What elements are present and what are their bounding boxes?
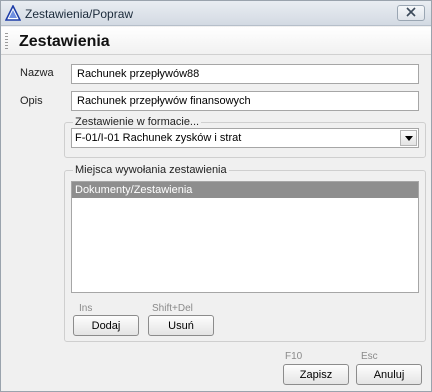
cancel-shortcut-hint: Esc	[361, 351, 378, 362]
title-bar[interactable]: Zestawienia/Popraw	[1, 1, 431, 26]
close-button[interactable]	[397, 5, 425, 21]
name-field[interactable]: Rachunek przepływów88	[71, 64, 419, 84]
description-field[interactable]: Rachunek przepływów finansowych	[71, 91, 419, 111]
chevron-down-icon	[404, 132, 413, 144]
save-shortcut-hint: F10	[285, 351, 303, 362]
dropdown-button[interactable]	[400, 130, 417, 146]
save-button[interactable]: Zapisz	[283, 364, 349, 385]
list-item[interactable]: Dokumenty/Zestawienia	[72, 182, 418, 198]
cancel-button[interactable]: Anuluj	[356, 364, 422, 385]
add-shortcut-hint: Ins	[79, 303, 93, 314]
format-select-value: F-01/I-01 Rachunek zysków i strat	[75, 132, 242, 144]
description-label: Opis	[20, 95, 43, 107]
name-label: Nazwa	[20, 67, 54, 79]
format-select[interactable]: F-01/I-01 Rachunek zysków i strat	[71, 128, 419, 148]
dialog-window: Zestawienia/Popraw Zestawienia Nazwa Rac…	[0, 0, 432, 392]
places-list[interactable]: Dokumenty/Zestawienia	[71, 181, 419, 293]
add-button[interactable]: Dodaj	[73, 315, 139, 336]
format-group-legend: Zestawienie w formacie...	[73, 116, 202, 128]
close-icon	[406, 6, 416, 20]
window-title: Zestawienia/Popraw	[25, 7, 134, 21]
triangle-app-icon	[4, 4, 22, 21]
page-header: Zestawienia	[1, 27, 431, 55]
grip-icon	[5, 33, 8, 49]
page-title: Zestawienia	[19, 33, 110, 50]
remove-shortcut-hint: Shift+Del	[152, 303, 193, 314]
places-group-legend: Miejsca wywołania zestawienia	[73, 164, 229, 176]
remove-button[interactable]: Usuń	[148, 315, 214, 336]
